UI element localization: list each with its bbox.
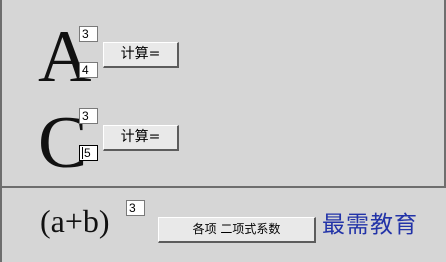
binomial-exponent-input[interactable]: 3 [126,200,145,216]
text-caret [82,147,83,159]
permutation-calculate-button[interactable]: 计算= [103,42,179,68]
combination-subscript-value: 5 [84,146,91,160]
combination-calculate-button[interactable]: 计算= [103,125,179,151]
permutation-subscript-input[interactable]: 4 [79,62,98,78]
combination-superscript-input[interactable]: 3 [79,108,98,124]
watermark-logo-text: 最需教育 [322,212,418,238]
combination-subscript-input[interactable]: 5 [79,145,98,161]
binomial-expression: (a+b) [40,203,110,239]
binomial-coefficients-button[interactable]: 各项 二项式系数 [158,217,316,243]
permutation-superscript-input[interactable]: 3 [79,26,98,42]
